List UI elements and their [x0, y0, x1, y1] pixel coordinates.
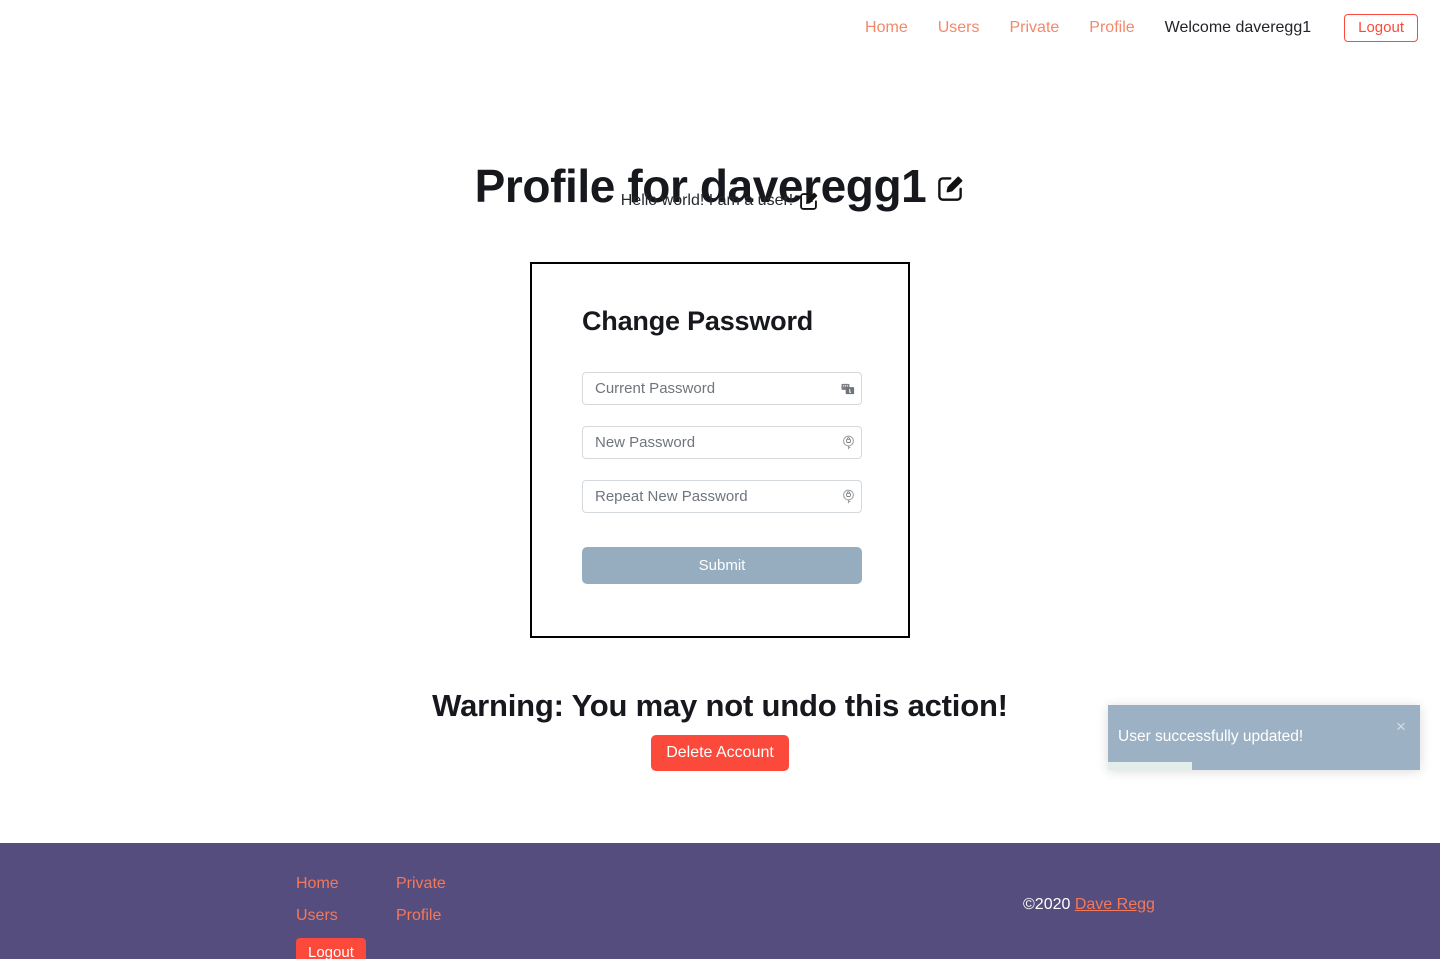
page-root: Home Users Private Profile Welcome daver…: [0, 0, 1440, 959]
current-password-input[interactable]: [583, 373, 835, 404]
key-suggest-password-icon[interactable]: [835, 427, 861, 458]
footer-author-link[interactable]: Dave Regg: [1075, 896, 1155, 913]
welcome-message: Welcome daveregg1: [1164, 19, 1312, 36]
footer-logout-button[interactable]: Logout: [296, 938, 366, 959]
toast-notification[interactable]: User successfully updated! ×: [1108, 705, 1420, 770]
footer-link-users[interactable]: Users: [296, 904, 338, 928]
new-password-field[interactable]: [582, 426, 862, 459]
nav-link-profile[interactable]: Profile: [1089, 20, 1134, 36]
footer-link-home[interactable]: Home: [296, 872, 339, 896]
page-title-row: Profile for daveregg1: [0, 129, 1440, 244]
repeat-new-password-input[interactable]: [583, 481, 835, 512]
delete-account-button[interactable]: Delete Account: [651, 735, 789, 771]
page-footer: Home Users Logout Private Profile ©2020 …: [0, 843, 1440, 959]
close-icon[interactable]: ×: [1390, 715, 1412, 737]
change-password-title: Change Password: [582, 306, 814, 336]
footer-copyright: ©2020 Dave Regg: [1023, 896, 1155, 914]
saved-password-autofill-icon[interactable]: [835, 373, 861, 404]
footer-column-1: Home Users Logout: [296, 872, 366, 959]
current-password-field[interactable]: [582, 372, 862, 405]
repeat-new-password-field[interactable]: [582, 480, 862, 513]
new-password-input[interactable]: [583, 427, 835, 458]
key-suggest-password-icon[interactable]: [835, 481, 861, 512]
submit-button[interactable]: Submit: [582, 547, 862, 584]
toast-progress-bar: [1108, 762, 1193, 770]
page-subtitle: Hello world! I am a user!: [620, 191, 794, 209]
copyright-year: ©2020: [1023, 896, 1071, 913]
nav-link-private[interactable]: Private: [1010, 20, 1060, 36]
change-password-card: Change Password Submit: [530, 262, 910, 638]
header-logout-button[interactable]: Logout: [1344, 14, 1418, 42]
footer-column-2: Private Profile: [396, 872, 446, 936]
footer-link-private[interactable]: Private: [396, 872, 446, 896]
page-subtitle-row: Hello world! I am a user!: [0, 189, 1440, 212]
nav-link-users[interactable]: Users: [938, 20, 980, 36]
edit-pencil-icon[interactable]: [798, 191, 819, 212]
top-navbar: Home Users Private Profile Welcome daver…: [0, 0, 1440, 56]
nav-link-home[interactable]: Home: [865, 20, 908, 36]
toast-message: User successfully updated!: [1118, 728, 1304, 745]
footer-link-profile[interactable]: Profile: [396, 904, 441, 928]
